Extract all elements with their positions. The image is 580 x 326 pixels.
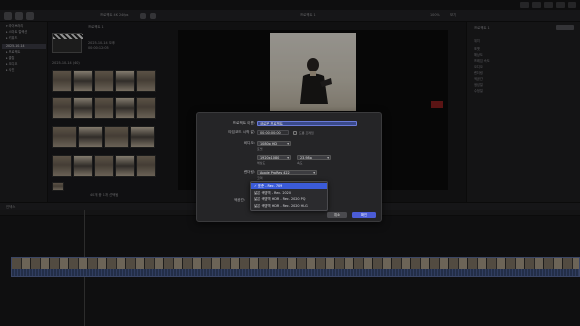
render-label: 렌더링:	[243, 170, 255, 174]
start-timecode-input[interactable]: 00:00:00:00	[257, 130, 289, 135]
start-timecode-label: 타임코드 시작 값:	[228, 130, 255, 134]
colorspace-label: 색공간:	[233, 198, 245, 202]
rate-sublabel: 속도	[297, 161, 303, 165]
resolution-sublabel: 해상도	[257, 161, 266, 165]
app-window: 프로젝트 4K 24fps 프로젝트 1 100% 보기 ▾ 라이브러리 ▸ 스…	[0, 0, 580, 326]
codec-select[interactable]: Apple ProRes 422	[257, 170, 317, 175]
colorspace-option-rec709[interactable]: ✓ 표준 - Rec. 709	[251, 183, 327, 189]
colorspace-option-rec2020[interactable]: 넓은 색영역 - Rec. 2020	[251, 190, 327, 196]
video-label: 비디오:	[243, 141, 255, 145]
rate-select[interactable]: 23.98p	[297, 155, 331, 160]
cancel-button[interactable]: 취소	[327, 212, 347, 218]
format-sublabel: 포맷	[257, 147, 263, 151]
resolution-select[interactable]: 1920x1080	[257, 155, 291, 160]
project-name-input[interactable]: 새로운 프로젝트	[257, 121, 357, 126]
video-format-select[interactable]: 1080p HD	[257, 141, 291, 146]
colorspace-option-rec2020-pq[interactable]: 넓은 색영역 HDR - Rec. 2020 PQ	[251, 196, 327, 202]
drop-frame-label: 드롭 프레임	[299, 130, 314, 135]
codec-sublabel: 코덱	[257, 176, 263, 180]
colorspace-option-rec2020-hlg[interactable]: 넓은 색영역 HDR - Rec. 2020 HLG	[251, 203, 327, 209]
project-name-label: 프로젝트 이름:	[232, 121, 255, 125]
drop-frame-checkbox[interactable]	[293, 130, 297, 135]
ok-button[interactable]: 확인	[352, 212, 376, 218]
